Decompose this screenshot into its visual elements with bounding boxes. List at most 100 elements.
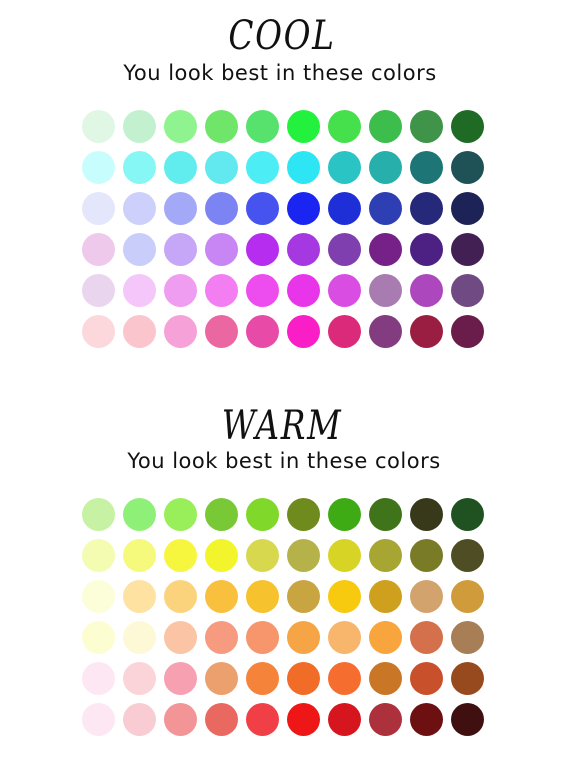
warm-color-swatch	[410, 580, 443, 613]
cool-color-swatch	[369, 151, 402, 184]
warm-color-swatch	[328, 580, 361, 613]
cool-color-swatch	[410, 151, 443, 184]
cool-color-swatch	[164, 192, 197, 225]
cool-color-swatch	[123, 233, 156, 266]
cool-color-swatch	[451, 110, 484, 143]
warm-color-swatch	[205, 580, 238, 613]
warm-color-swatch	[287, 703, 320, 736]
warm-color-swatch	[328, 621, 361, 654]
warm-color-swatch	[369, 498, 402, 531]
warm-color-swatch	[82, 539, 115, 572]
cool-color-swatch	[451, 151, 484, 184]
cool-color-swatch	[451, 274, 484, 307]
warm-color-swatch	[82, 621, 115, 654]
warm-color-swatch	[205, 662, 238, 695]
cool-color-swatch	[328, 151, 361, 184]
cool-color-swatch	[205, 192, 238, 225]
cool-color-swatch	[287, 233, 320, 266]
cool-color-swatch	[410, 315, 443, 348]
cool-color-swatch	[410, 110, 443, 143]
cool-color-swatch	[328, 110, 361, 143]
warm-color-swatch	[410, 662, 443, 695]
warm-color-swatch	[328, 498, 361, 531]
cool-color-swatch	[328, 315, 361, 348]
warm-color-swatch	[123, 498, 156, 531]
cool-color-swatch	[82, 315, 115, 348]
warm-color-swatch	[328, 703, 361, 736]
cool-color-swatch	[287, 274, 320, 307]
cool-color-swatch	[123, 274, 156, 307]
cool-color-swatch	[410, 192, 443, 225]
warm-color-swatch	[246, 703, 279, 736]
warm-color-swatch	[123, 662, 156, 695]
warm-color-swatch	[287, 539, 320, 572]
warm-color-swatch	[287, 580, 320, 613]
warm-color-swatch	[205, 539, 238, 572]
cool-color-swatch	[82, 110, 115, 143]
warm-color-swatch	[451, 580, 484, 613]
warm-color-swatch	[246, 621, 279, 654]
cool-color-swatch	[164, 110, 197, 143]
cool-color-swatch	[246, 233, 279, 266]
cool-color-swatch	[123, 151, 156, 184]
warm-color-swatch	[369, 539, 402, 572]
cool-color-swatch	[287, 315, 320, 348]
cool-color-swatch	[451, 315, 484, 348]
warm-color-swatch	[123, 539, 156, 572]
warm-color-swatch	[205, 703, 238, 736]
cool-color-swatch	[205, 233, 238, 266]
warm-color-swatch	[164, 662, 197, 695]
warm-color-swatch	[123, 580, 156, 613]
warm-color-swatch	[287, 662, 320, 695]
warm-color-swatch	[410, 498, 443, 531]
warm-color-swatch	[369, 703, 402, 736]
warm-color-swatch	[410, 703, 443, 736]
warm-color-swatch	[369, 662, 402, 695]
cool-color-swatch	[205, 315, 238, 348]
cool-color-swatch	[205, 110, 238, 143]
warm-color-swatch	[246, 539, 279, 572]
warm-color-swatch	[451, 539, 484, 572]
warm-color-swatch	[451, 662, 484, 695]
warm-subtitle: You look best in these colors	[127, 449, 441, 473]
warm-color-swatch	[246, 498, 279, 531]
cool-color-swatch	[82, 151, 115, 184]
cool-color-swatch	[82, 274, 115, 307]
cool-color-swatch	[123, 110, 156, 143]
warm-heading: WARM	[221, 403, 343, 449]
warm-color-swatch	[164, 621, 197, 654]
warm-color-swatch	[205, 498, 238, 531]
warm-color-swatch	[328, 539, 361, 572]
cool-color-swatch	[164, 151, 197, 184]
cool-color-swatch	[451, 192, 484, 225]
cool-color-swatch	[410, 274, 443, 307]
warm-color-swatch	[451, 703, 484, 736]
warm-color-swatch	[82, 662, 115, 695]
cool-color-swatch	[246, 192, 279, 225]
warm-color-swatch	[164, 580, 197, 613]
cool-color-swatch	[246, 110, 279, 143]
cool-color-swatch	[246, 274, 279, 307]
cool-color-swatch	[451, 233, 484, 266]
warm-color-swatch	[287, 621, 320, 654]
warm-color-swatch	[451, 621, 484, 654]
cool-color-swatch	[123, 315, 156, 348]
warm-color-swatch	[246, 662, 279, 695]
cool-color-swatch	[369, 233, 402, 266]
warm-color-swatch	[369, 621, 402, 654]
warm-color-swatch	[82, 580, 115, 613]
warm-color-swatch	[164, 539, 197, 572]
warm-color-swatch	[451, 498, 484, 531]
warm-color-swatch	[205, 621, 238, 654]
cool-color-swatch	[369, 192, 402, 225]
cool-color-swatch	[123, 192, 156, 225]
cool-color-swatch	[164, 315, 197, 348]
cool-color-swatch	[82, 192, 115, 225]
warm-swatch-grid	[78, 494, 488, 740]
cool-color-swatch	[164, 233, 197, 266]
cool-color-swatch	[328, 233, 361, 266]
cool-color-swatch	[164, 274, 197, 307]
cool-color-swatch	[205, 151, 238, 184]
cool-color-swatch	[328, 192, 361, 225]
warm-color-swatch	[82, 498, 115, 531]
